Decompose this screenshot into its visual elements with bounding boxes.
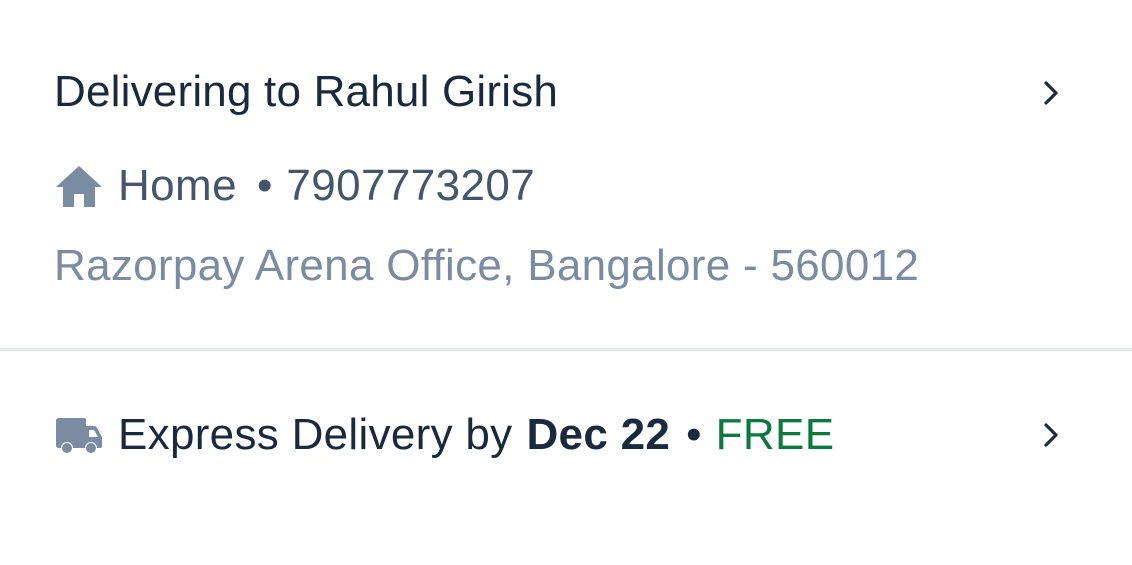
delivery-address-section[interactable]: Delivering to Rahul Girish Home • 790777… [0,0,1132,348]
delivery-date: Dec 22 [526,410,671,459]
delivery-type-label: Express Delivery by [118,410,513,459]
chevron-right-icon[interactable] [1036,420,1066,450]
chevron-right-icon[interactable] [1036,78,1066,108]
truck-icon [54,415,104,455]
address-label: Home [118,161,237,210]
delivery-recipient-title: Delivering to Rahul Girish [54,67,559,116]
delivery-price-badge: FREE [715,410,835,459]
home-icon [54,163,104,209]
phone-number: 7907773207 [286,161,536,210]
separator-dot: • [256,161,273,210]
delivery-option-section[interactable]: Express Delivery by Dec 22 • FREE [0,351,1132,531]
delivery-info-row: Express Delivery by Dec 22 • FREE [54,405,835,465]
contact-row: Home • 7907773207 [54,156,535,216]
full-address: Razorpay Arena Office, Bangalore - 56001… [54,241,920,290]
separator-dot: • [686,410,702,459]
delivery-card: Delivering to Rahul Girish Home • 790777… [0,0,1132,565]
